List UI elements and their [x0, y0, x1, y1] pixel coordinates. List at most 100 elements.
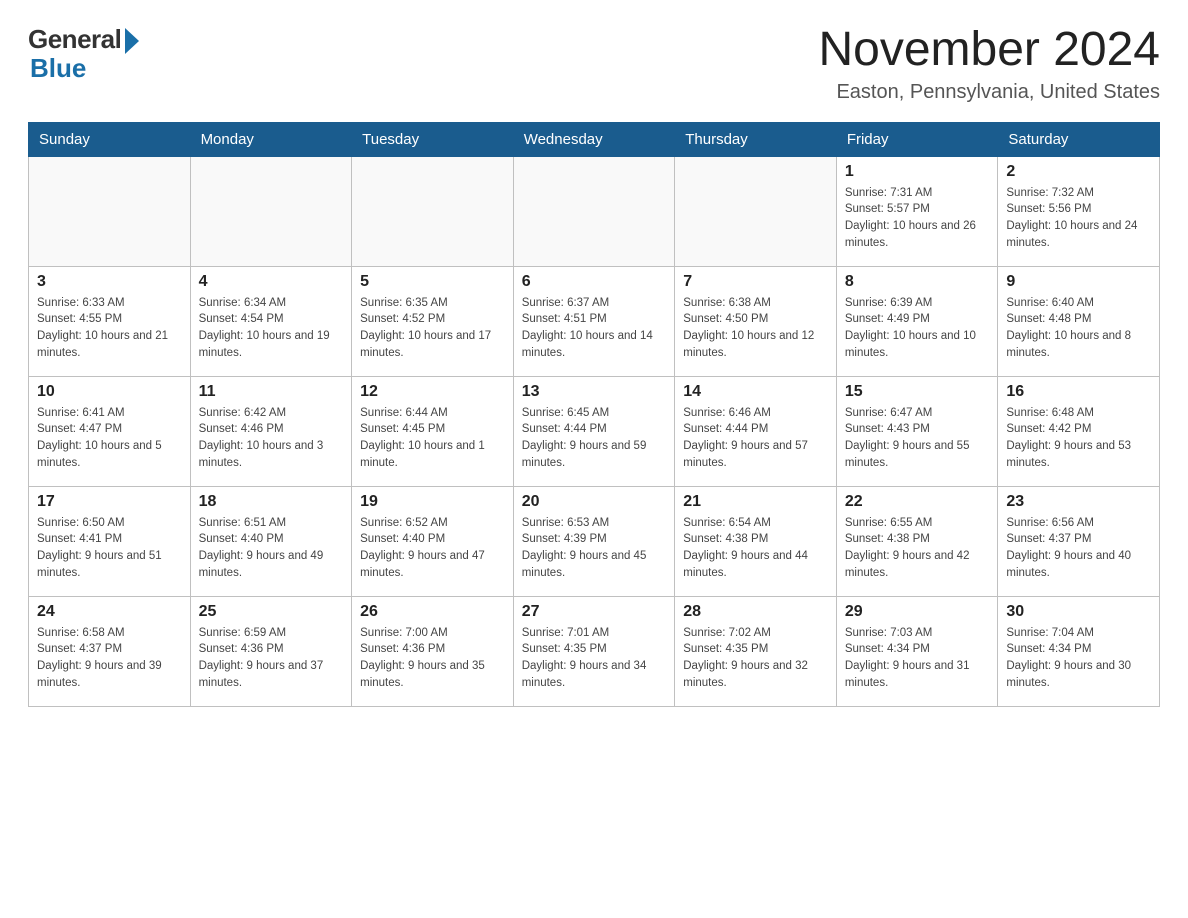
weekday-header-monday: Monday	[190, 122, 352, 156]
day-number: 5	[360, 273, 505, 291]
day-number: 13	[522, 383, 667, 401]
day-info: Sunrise: 6:37 AMSunset: 4:51 PMDaylight:…	[522, 295, 667, 362]
day-info: Sunrise: 6:59 AMSunset: 4:36 PMDaylight:…	[199, 625, 344, 692]
day-info: Sunrise: 6:50 AMSunset: 4:41 PMDaylight:…	[37, 515, 182, 582]
calendar-cell: 29 Sunrise: 7:03 AMSunset: 4:34 PMDayligh…	[836, 596, 998, 706]
day-info: Sunrise: 7:31 AMSunset: 5:57 PMDaylight:…	[845, 185, 990, 252]
calendar-cell: 22 Sunrise: 6:55 AMSunset: 4:38 PMDayligh…	[836, 486, 998, 596]
calendar-cell: 5 Sunrise: 6:35 AMSunset: 4:52 PMDaylight…	[352, 266, 514, 376]
calendar-cell: 19 Sunrise: 6:52 AMSunset: 4:40 PMDayligh…	[352, 486, 514, 596]
logo: General Blue	[28, 24, 139, 84]
day-number: 3	[37, 273, 182, 291]
logo-blue-text: Blue	[28, 53, 86, 84]
calendar-cell: 25 Sunrise: 6:59 AMSunset: 4:36 PMDayligh…	[190, 596, 352, 706]
day-info: Sunrise: 6:40 AMSunset: 4:48 PMDaylight:…	[1006, 295, 1151, 362]
day-number: 6	[522, 273, 667, 291]
day-number: 11	[199, 383, 344, 401]
day-info: Sunrise: 6:41 AMSunset: 4:47 PMDaylight:…	[37, 405, 182, 472]
calendar-cell	[513, 156, 675, 266]
day-number: 19	[360, 493, 505, 511]
calendar-cell: 16 Sunrise: 6:48 AMSunset: 4:42 PMDayligh…	[998, 376, 1160, 486]
day-info: Sunrise: 6:44 AMSunset: 4:45 PMDaylight:…	[360, 405, 505, 472]
day-number: 14	[683, 383, 828, 401]
day-info: Sunrise: 6:47 AMSunset: 4:43 PMDaylight:…	[845, 405, 990, 472]
day-info: Sunrise: 6:56 AMSunset: 4:37 PMDaylight:…	[1006, 515, 1151, 582]
day-info: Sunrise: 7:32 AMSunset: 5:56 PMDaylight:…	[1006, 185, 1151, 252]
day-info: Sunrise: 6:42 AMSunset: 4:46 PMDaylight:…	[199, 405, 344, 472]
day-number: 17	[37, 493, 182, 511]
day-info: Sunrise: 6:55 AMSunset: 4:38 PMDaylight:…	[845, 515, 990, 582]
day-info: Sunrise: 6:53 AMSunset: 4:39 PMDaylight:…	[522, 515, 667, 582]
day-number: 8	[845, 273, 990, 291]
calendar-cell	[675, 156, 837, 266]
calendar-cell	[29, 156, 191, 266]
day-number: 26	[360, 603, 505, 621]
calendar-cell: 12 Sunrise: 6:44 AMSunset: 4:45 PMDayligh…	[352, 376, 514, 486]
day-info: Sunrise: 6:52 AMSunset: 4:40 PMDaylight:…	[360, 515, 505, 582]
weekday-header-thursday: Thursday	[675, 122, 837, 156]
calendar-cell: 1Sunrise: 7:31 AMSunset: 5:57 PMDaylight…	[836, 156, 998, 266]
title-area: November 2024 Easton, Pennsylvania, Unit…	[818, 24, 1160, 104]
calendar-cell: 28 Sunrise: 7:02 AMSunset: 4:35 PMDayligh…	[675, 596, 837, 706]
day-number: 27	[522, 603, 667, 621]
day-number: 29	[845, 603, 990, 621]
day-info: Sunrise: 7:00 AMSunset: 4:36 PMDaylight:…	[360, 625, 505, 692]
day-number: 16	[1006, 383, 1151, 401]
calendar-cell: 24Sunrise: 6:58 AMSunset: 4:37 PMDayligh…	[29, 596, 191, 706]
calendar-cell: 18 Sunrise: 6:51 AMSunset: 4:40 PMDayligh…	[190, 486, 352, 596]
calendar-cell: 7 Sunrise: 6:38 AMSunset: 4:50 PMDaylight…	[675, 266, 837, 376]
day-info: Sunrise: 6:38 AMSunset: 4:50 PMDaylight:…	[683, 295, 828, 362]
calendar-cell: 20 Sunrise: 6:53 AMSunset: 4:39 PMDayligh…	[513, 486, 675, 596]
day-info: Sunrise: 6:51 AMSunset: 4:40 PMDaylight:…	[199, 515, 344, 582]
month-title: November 2024	[818, 24, 1160, 77]
calendar-cell: 17 Sunrise: 6:50 AMSunset: 4:41 PMDayligh…	[29, 486, 191, 596]
day-number: 20	[522, 493, 667, 511]
calendar-cell	[352, 156, 514, 266]
location-title: Easton, Pennsylvania, United States	[818, 81, 1160, 104]
day-info: Sunrise: 7:01 AMSunset: 4:35 PMDaylight:…	[522, 625, 667, 692]
calendar-cell: 30 Sunrise: 7:04 AMSunset: 4:34 PMDayligh…	[998, 596, 1160, 706]
day-number: 2	[1006, 163, 1151, 181]
logo-general-text: General	[28, 24, 121, 55]
weekday-header-sunday: Sunday	[29, 122, 191, 156]
day-number: 30	[1006, 603, 1151, 621]
calendar-week-row: 24Sunrise: 6:58 AMSunset: 4:37 PMDayligh…	[29, 596, 1160, 706]
day-info: Sunrise: 7:04 AMSunset: 4:34 PMDaylight:…	[1006, 625, 1151, 692]
weekday-header-wednesday: Wednesday	[513, 122, 675, 156]
day-number: 24	[37, 603, 182, 621]
day-info: Sunrise: 6:39 AMSunset: 4:49 PMDaylight:…	[845, 295, 990, 362]
day-number: 15	[845, 383, 990, 401]
calendar-cell: 27 Sunrise: 7:01 AMSunset: 4:35 PMDayligh…	[513, 596, 675, 706]
day-number: 10	[37, 383, 182, 401]
day-info: Sunrise: 6:33 AMSunset: 4:55 PMDaylight:…	[37, 295, 182, 362]
calendar-cell: 26 Sunrise: 7:00 AMSunset: 4:36 PMDayligh…	[352, 596, 514, 706]
day-number: 4	[199, 273, 344, 291]
day-info: Sunrise: 6:45 AMSunset: 4:44 PMDaylight:…	[522, 405, 667, 472]
day-info: Sunrise: 7:03 AMSunset: 4:34 PMDaylight:…	[845, 625, 990, 692]
day-number: 25	[199, 603, 344, 621]
weekday-header-tuesday: Tuesday	[352, 122, 514, 156]
calendar-cell	[190, 156, 352, 266]
day-number: 18	[199, 493, 344, 511]
calendar-cell: 3 Sunrise: 6:33 AMSunset: 4:55 PMDaylight…	[29, 266, 191, 376]
day-number: 9	[1006, 273, 1151, 291]
calendar-cell: 8 Sunrise: 6:39 AMSunset: 4:49 PMDaylight…	[836, 266, 998, 376]
day-number: 12	[360, 383, 505, 401]
day-info: Sunrise: 6:46 AMSunset: 4:44 PMDaylight:…	[683, 405, 828, 472]
calendar-week-row: 17 Sunrise: 6:50 AMSunset: 4:41 PMDayligh…	[29, 486, 1160, 596]
calendar-cell: 21Sunrise: 6:54 AMSunset: 4:38 PMDayligh…	[675, 486, 837, 596]
weekday-header-saturday: Saturday	[998, 122, 1160, 156]
day-info: Sunrise: 6:35 AMSunset: 4:52 PMDaylight:…	[360, 295, 505, 362]
day-info: Sunrise: 7:02 AMSunset: 4:35 PMDaylight:…	[683, 625, 828, 692]
calendar-table: SundayMondayTuesdayWednesdayThursdayFrid…	[28, 122, 1160, 707]
day-number: 22	[845, 493, 990, 511]
calendar-cell: 13 Sunrise: 6:45 AMSunset: 4:44 PMDayligh…	[513, 376, 675, 486]
day-number: 28	[683, 603, 828, 621]
calendar-cell: 11 Sunrise: 6:42 AMSunset: 4:46 PMDayligh…	[190, 376, 352, 486]
day-number: 7	[683, 273, 828, 291]
calendar-cell: 9 Sunrise: 6:40 AMSunset: 4:48 PMDaylight…	[998, 266, 1160, 376]
calendar-week-row: 3 Sunrise: 6:33 AMSunset: 4:55 PMDaylight…	[29, 266, 1160, 376]
calendar-week-row: 1Sunrise: 7:31 AMSunset: 5:57 PMDaylight…	[29, 156, 1160, 266]
day-info: Sunrise: 6:48 AMSunset: 4:42 PMDaylight:…	[1006, 405, 1151, 472]
weekday-header-friday: Friday	[836, 122, 998, 156]
